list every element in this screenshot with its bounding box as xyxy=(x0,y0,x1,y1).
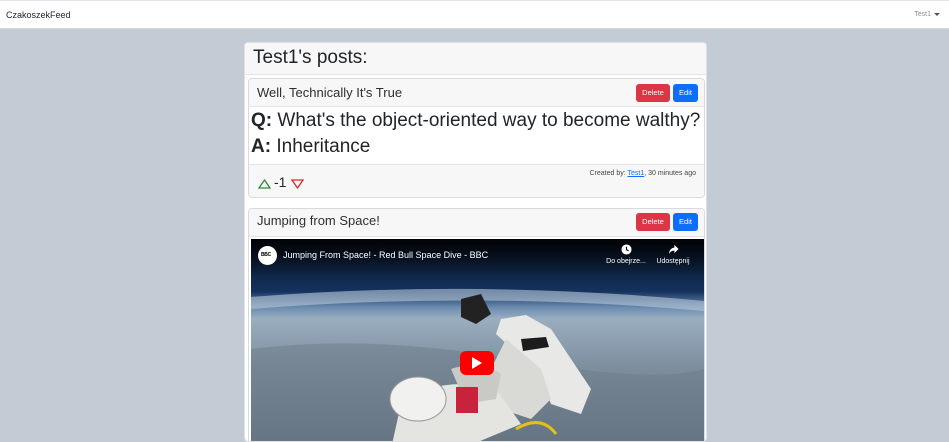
youtube-play-button[interactable] xyxy=(460,351,494,375)
upvote-icon[interactable] xyxy=(257,176,272,194)
share-label: Udostępnij xyxy=(656,258,690,265)
question-text: What's the object-oriented way to become… xyxy=(277,110,701,131)
youtube-embed[interactable]: BBC Jumping From Space! - Red Bull Space… xyxy=(251,239,704,441)
post-title: Well, Technically It's True xyxy=(257,85,403,100)
post-card: Well, Technically It's True Delete Edit … xyxy=(248,78,705,198)
edit-button[interactable]: Edit xyxy=(673,84,698,102)
share-button[interactable]: Udostępnij xyxy=(649,244,697,265)
post-answer: A: Inheritance xyxy=(251,136,370,158)
edit-button[interactable]: Edit xyxy=(673,213,698,231)
top-navbar: CzakoszekFeed Test1 xyxy=(0,0,949,29)
channel-badge: BBC xyxy=(261,252,271,258)
author-link[interactable]: Test1 xyxy=(628,170,645,177)
play-icon xyxy=(472,357,482,369)
posts-container: Test1's posts: Well, Technically It's Tr… xyxy=(244,42,707,442)
brand-link[interactable]: CzakoszekFeed xyxy=(6,10,71,20)
caret-down-icon xyxy=(934,12,940,16)
share-arrow-icon xyxy=(668,244,679,255)
post-header: Jumping from Space! Delete Edit xyxy=(249,209,704,237)
post-time: , 30 minutes ago xyxy=(644,170,696,177)
page-title: Test1's posts: xyxy=(253,47,368,68)
answer-text: Inheritance xyxy=(276,136,371,157)
watch-later-button[interactable]: Do obejrze... xyxy=(602,244,650,265)
delete-button[interactable]: Delete xyxy=(636,84,670,102)
watch-later-label: Do obejrze... xyxy=(606,258,646,265)
post-title: Jumping from Space! xyxy=(257,213,380,228)
post-header: Well, Technically It's True Delete Edit xyxy=(249,79,704,107)
page-header: Test1's posts: xyxy=(245,43,706,75)
post-footer: -1 Created by: Test1, 30 minutes ago xyxy=(249,164,704,197)
post-question: Q: What's the object-oriented way to bec… xyxy=(251,110,700,132)
post-card: Jumping from Space! Delete Edit BBC Jump… xyxy=(248,208,705,441)
user-dropdown-label: Test1 xyxy=(914,11,931,18)
user-dropdown[interactable]: Test1 xyxy=(914,11,940,18)
video-title[interactable]: Jumping From Space! - Red Bull Space Div… xyxy=(283,250,488,260)
clock-icon xyxy=(620,244,632,255)
answer-prefix: A: xyxy=(251,136,272,157)
vote-score: -1 xyxy=(274,174,287,190)
channel-avatar[interactable]: BBC xyxy=(258,246,277,265)
created-by-label: Created by: xyxy=(589,170,626,177)
question-prefix: Q: xyxy=(251,110,273,131)
post-meta: Created by: Test1, 30 minutes ago xyxy=(589,170,696,177)
video-top-bar: BBC Jumping From Space! - Red Bull Space… xyxy=(251,239,704,277)
downvote-icon[interactable] xyxy=(290,176,305,194)
delete-button[interactable]: Delete xyxy=(636,213,670,231)
